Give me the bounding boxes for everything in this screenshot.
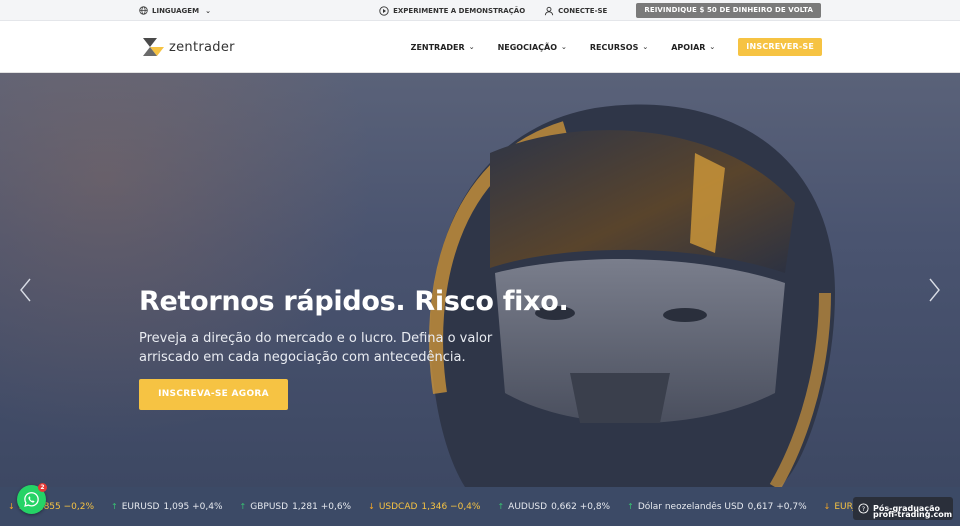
language-selector[interactable]: LINGUAGEM ⌄ (139, 4, 211, 17)
nav-label: ZENTRADER (410, 42, 465, 52)
nav-label: APOIAR (671, 42, 706, 52)
arrow-up-icon: ↑ (497, 502, 505, 511)
question-circle-icon: ? (858, 503, 869, 514)
arrow-down-icon: ↓ (823, 502, 831, 511)
arrow-up-icon: ↑ (111, 502, 118, 511)
whatsapp-icon (24, 492, 39, 507)
svg-text:?: ? (862, 505, 865, 513)
language-label: LINGUAGEM (152, 6, 200, 15)
chevron-right-icon[interactable] (926, 276, 942, 304)
top-utility-bar: LINGUAGEM ⌄ EXPERIMENTE A DEMONSTRAÇÃO C… (0, 0, 960, 21)
play-circle-icon (379, 5, 389, 16)
zentrader-logo[interactable]: zentrader (142, 37, 235, 57)
arrow-up-icon: ↑ (239, 502, 247, 511)
nav-zentrader[interactable]: ZENTRADER ⌄ (411, 43, 475, 52)
logo-text: zentrader (169, 39, 235, 55)
hero-background (0, 73, 420, 487)
ticker-value: 0,662 +0,8% (551, 501, 611, 512)
ticker-symbol: EURUSD (121, 501, 160, 512)
ticker-track: ↓EU0,855 −0,2%↑EURUSD1,095 +0,4%↑GBPUSD1… (8, 487, 925, 526)
signup-now-button[interactable]: INSCREVA-SE AGORA (139, 379, 288, 410)
arrow-up-icon: ↑ (627, 502, 634, 511)
chevron-left-icon[interactable] (18, 276, 34, 304)
zentrader-logo-mark (143, 38, 164, 56)
ticker-value: 1,281 +0,6% (292, 501, 352, 512)
ticker-item: ↑ EURUSD 1,095 +0,4% (111, 502, 223, 512)
nav-label: RECURSOS (589, 42, 639, 52)
nav-apoiar[interactable]: APOIAR ⌄ (671, 43, 715, 52)
user-icon (545, 6, 554, 15)
nav-recursos[interactable]: RECURSOS ⌄ (590, 43, 648, 52)
ticker-symbol: Dólar neozelandês USD (637, 501, 744, 512)
watermark-text: profi-trading.com (873, 510, 953, 519)
hero-slider: Retornos rápidos. Risco fixo. Preveja a … (0, 73, 960, 487)
chevron-down-icon: ⌄ (642, 43, 649, 51)
chevron-down-icon: ⌄ (205, 6, 211, 15)
main-nav: ZENTRADER ⌄ NEGOCIAÇÃO ⌄ RECURSOS ⌄ APOIAR ⌄… (411, 36, 822, 58)
notification-badge: 2 (38, 483, 47, 492)
chevron-down-icon: ⌄ (709, 43, 716, 51)
ticker-item: ↑ GBPUSD 1,281 +0,6% (240, 502, 352, 512)
ticker-symbol: GBPUSD (250, 501, 289, 512)
main-header: zentrader ZENTRADER ⌄ NEGOCIAÇÃO ⌄ RECURSO… (0, 21, 960, 73)
login-link[interactable]: CONECTE-SE (544, 6, 607, 16)
arrow-down-icon: ↓ (368, 502, 375, 511)
globe-icon (139, 6, 148, 15)
signup-button[interactable]: INSCREVER-SE (738, 38, 822, 56)
nav-label: NEGOCIAÇÃO (497, 42, 557, 52)
ticker-symbol: USDCAD (378, 501, 418, 512)
ticker-value: 1,095 +0,4% (163, 501, 223, 512)
hero-subtitle: Preveja a direção do mercado e o lucro. … (139, 331, 493, 365)
ticker-value: 0,617 +0,7% (747, 501, 807, 512)
ticker-symbol: AUDUSD (508, 501, 548, 512)
nav-negociacao[interactable]: NEGOCIAÇÃO ⌄ (498, 43, 567, 52)
login-label: CONECTE-SE (558, 6, 608, 15)
demo-label: EXPERIMENTE A DEMONSTRAÇÃO (393, 6, 526, 15)
ticker-value: 1,346 −0,4% (421, 501, 481, 512)
chevron-down-icon: ⌄ (468, 43, 475, 51)
demo-link[interactable]: EXPERIMENTE A DEMONSTRAÇÃO (379, 5, 526, 16)
chevron-down-icon: ⌄ (561, 43, 567, 51)
price-ticker: ↓EU0,855 −0,2%↑EURUSD1,095 +0,4%↑GBPUSD1… (0, 487, 960, 526)
ticker-item: ↓ USDCAD 1,346 −0,4% (368, 502, 480, 512)
ticker-item: ↑ Dólar neozelandês USD 0,617 +0,7% (627, 502, 807, 512)
arrow-down-icon: ↓ (8, 502, 15, 511)
ticker-item: ↑ AUDUSD 0,662 +0,8% (497, 502, 610, 512)
hero-title: Retornos rápidos. Risco fixo. (139, 286, 569, 317)
cashback-button[interactable]: REIVINDIQUE $ 50 DE DINHEIRO DE VOLTA (636, 3, 821, 18)
